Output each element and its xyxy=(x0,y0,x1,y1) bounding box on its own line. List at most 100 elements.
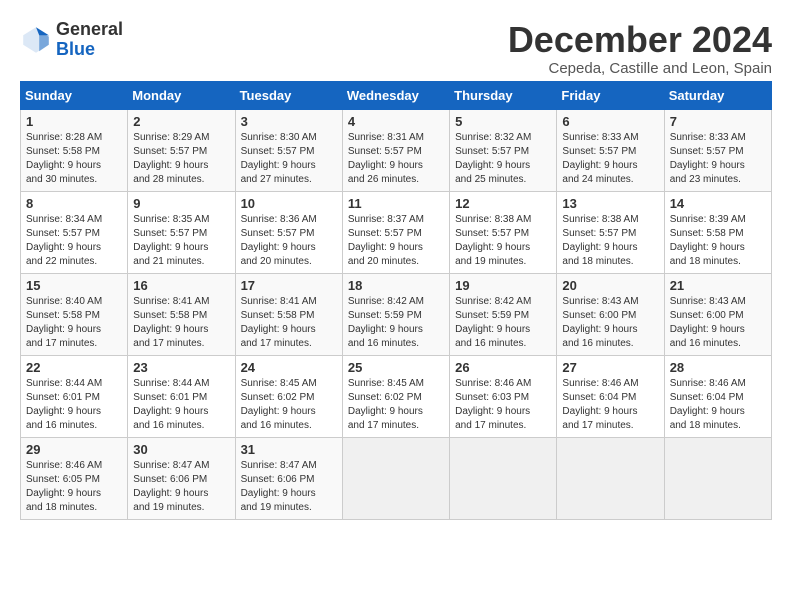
day-cell: 5 Sunrise: 8:32 AM Sunset: 5:57 PM Daylig… xyxy=(450,109,557,191)
day-info: Sunrise: 8:47 AM Sunset: 6:06 PM Dayligh… xyxy=(133,459,229,515)
day-number: 7 xyxy=(670,114,766,129)
weekday-header-thursday: Thursday xyxy=(450,81,557,109)
day-info: Sunrise: 8:42 AM Sunset: 5:59 PM Dayligh… xyxy=(455,295,551,351)
day-number: 8 xyxy=(26,196,122,211)
day-number: 5 xyxy=(455,114,551,129)
day-cell: 27Sunrise: 8:46 AM Sunset: 6:04 PM Dayli… xyxy=(557,355,664,437)
day-info: Sunrise: 8:44 AM Sunset: 6:01 PM Dayligh… xyxy=(133,377,229,433)
day-cell: 8 Sunrise: 8:34 AM Sunset: 5:57 PM Daylig… xyxy=(21,191,128,273)
day-cell: 26 Sunrise: 8:46 AM Sunset: 6:03 PM Dayli… xyxy=(450,355,557,437)
calendar-subtitle: Cepeda, Castille and Leon, Spain xyxy=(508,60,772,77)
day-info: Sunrise: 8:46 AM Sunset: 6:05 PM Dayligh… xyxy=(26,459,122,515)
day-number: 27 xyxy=(562,360,658,375)
day-number: 23 xyxy=(133,360,229,375)
day-cell: 1Sunrise: 8:28 AM Sunset: 5:58 PM Daylig… xyxy=(21,109,128,191)
day-number: 31 xyxy=(241,442,337,457)
logo-text: General Blue xyxy=(56,20,123,60)
day-number: 13 xyxy=(562,196,658,211)
day-info: Sunrise: 8:44 AM Sunset: 6:01 PM Dayligh… xyxy=(26,377,122,433)
day-info: Sunrise: 8:32 AM Sunset: 5:57 PM Dayligh… xyxy=(455,131,551,187)
day-cell xyxy=(664,437,771,519)
day-cell: 30Sunrise: 8:47 AM Sunset: 6:06 PM Dayli… xyxy=(128,437,235,519)
day-number: 25 xyxy=(348,360,444,375)
day-info: Sunrise: 8:41 AM Sunset: 5:58 PM Dayligh… xyxy=(241,295,337,351)
day-info: Sunrise: 8:36 AM Sunset: 5:57 PM Dayligh… xyxy=(241,213,337,269)
day-cell: 24 Sunrise: 8:45 AM Sunset: 6:02 PM Dayli… xyxy=(235,355,342,437)
day-number: 1 xyxy=(26,114,122,129)
day-number: 22 xyxy=(26,360,122,375)
day-number: 20 xyxy=(562,278,658,293)
day-number: 6 xyxy=(562,114,658,129)
day-cell: 7 Sunrise: 8:33 AM Sunset: 5:57 PM Daylig… xyxy=(664,109,771,191)
day-number: 12 xyxy=(455,196,551,211)
day-cell: 17Sunrise: 8:41 AM Sunset: 5:58 PM Dayli… xyxy=(235,273,342,355)
logo: General Blue xyxy=(20,20,123,60)
day-number: 28 xyxy=(670,360,766,375)
day-info: Sunrise: 8:46 AM Sunset: 6:03 PM Dayligh… xyxy=(455,377,551,433)
day-number: 19 xyxy=(455,278,551,293)
day-cell: 19 Sunrise: 8:42 AM Sunset: 5:59 PM Dayli… xyxy=(450,273,557,355)
day-cell xyxy=(450,437,557,519)
day-cell: 3 Sunrise: 8:30 AM Sunset: 5:57 PM Daylig… xyxy=(235,109,342,191)
day-number: 15 xyxy=(26,278,122,293)
day-number: 3 xyxy=(241,114,337,129)
header: General Blue December 2024 Cepeda, Casti… xyxy=(20,20,772,77)
day-cell: 20 Sunrise: 8:43 AM Sunset: 6:00 PM Dayli… xyxy=(557,273,664,355)
day-info: Sunrise: 8:31 AM Sunset: 5:57 PM Dayligh… xyxy=(348,131,444,187)
day-cell: 4 Sunrise: 8:31 AM Sunset: 5:57 PM Daylig… xyxy=(342,109,449,191)
weekday-header-tuesday: Tuesday xyxy=(235,81,342,109)
day-cell: 11Sunrise: 8:37 AM Sunset: 5:57 PM Dayli… xyxy=(342,191,449,273)
day-cell xyxy=(342,437,449,519)
day-number: 18 xyxy=(348,278,444,293)
day-cell: 21Sunrise: 8:43 AM Sunset: 6:00 PM Dayli… xyxy=(664,273,771,355)
day-cell: 13Sunrise: 8:38 AM Sunset: 5:57 PM Dayli… xyxy=(557,191,664,273)
weekday-header-monday: Monday xyxy=(128,81,235,109)
day-info: Sunrise: 8:40 AM Sunset: 5:58 PM Dayligh… xyxy=(26,295,122,351)
day-cell: 15 Sunrise: 8:40 AM Sunset: 5:58 PM Dayli… xyxy=(21,273,128,355)
week-row-2: 8 Sunrise: 8:34 AM Sunset: 5:57 PM Daylig… xyxy=(21,191,772,273)
logo-icon xyxy=(20,24,52,56)
day-info: Sunrise: 8:43 AM Sunset: 6:00 PM Dayligh… xyxy=(670,295,766,351)
calendar: SundayMondayTuesdayWednesdayThursdayFrid… xyxy=(20,81,772,520)
day-info: Sunrise: 8:46 AM Sunset: 6:04 PM Dayligh… xyxy=(670,377,766,433)
day-cell: 2 Sunrise: 8:29 AM Sunset: 5:57 PM Daylig… xyxy=(128,109,235,191)
day-cell: 18 Sunrise: 8:42 AM Sunset: 5:59 PM Dayli… xyxy=(342,273,449,355)
week-row-5: 29 Sunrise: 8:46 AM Sunset: 6:05 PM Dayli… xyxy=(21,437,772,519)
day-number: 29 xyxy=(26,442,122,457)
day-number: 24 xyxy=(241,360,337,375)
day-info: Sunrise: 8:29 AM Sunset: 5:57 PM Dayligh… xyxy=(133,131,229,187)
day-info: Sunrise: 8:38 AM Sunset: 5:57 PM Dayligh… xyxy=(455,213,551,269)
day-number: 9 xyxy=(133,196,229,211)
title-block: December 2024 Cepeda, Castille and Leon,… xyxy=(508,20,772,77)
day-info: Sunrise: 8:41 AM Sunset: 5:58 PM Dayligh… xyxy=(133,295,229,351)
day-number: 10 xyxy=(241,196,337,211)
day-cell xyxy=(557,437,664,519)
weekday-header-sunday: Sunday xyxy=(21,81,128,109)
day-cell: 10 Sunrise: 8:36 AM Sunset: 5:57 PM Dayli… xyxy=(235,191,342,273)
day-cell: 28 Sunrise: 8:46 AM Sunset: 6:04 PM Dayli… xyxy=(664,355,771,437)
day-cell: 22 Sunrise: 8:44 AM Sunset: 6:01 PM Dayli… xyxy=(21,355,128,437)
day-cell: 9 Sunrise: 8:35 AM Sunset: 5:57 PM Daylig… xyxy=(128,191,235,273)
week-row-3: 15 Sunrise: 8:40 AM Sunset: 5:58 PM Dayli… xyxy=(21,273,772,355)
day-cell: 6 Sunrise: 8:33 AM Sunset: 5:57 PM Daylig… xyxy=(557,109,664,191)
weekday-header-row: SundayMondayTuesdayWednesdayThursdayFrid… xyxy=(21,81,772,109)
day-cell: 16 Sunrise: 8:41 AM Sunset: 5:58 PM Dayli… xyxy=(128,273,235,355)
day-number: 16 xyxy=(133,278,229,293)
calendar-title: December 2024 xyxy=(508,20,772,60)
weekday-header-friday: Friday xyxy=(557,81,664,109)
day-info: Sunrise: 8:43 AM Sunset: 6:00 PM Dayligh… xyxy=(562,295,658,351)
day-info: Sunrise: 8:33 AM Sunset: 5:57 PM Dayligh… xyxy=(562,131,658,187)
day-cell: 23 Sunrise: 8:44 AM Sunset: 6:01 PM Dayli… xyxy=(128,355,235,437)
day-info: Sunrise: 8:30 AM Sunset: 5:57 PM Dayligh… xyxy=(241,131,337,187)
day-info: Sunrise: 8:42 AM Sunset: 5:59 PM Dayligh… xyxy=(348,295,444,351)
day-info: Sunrise: 8:33 AM Sunset: 5:57 PM Dayligh… xyxy=(670,131,766,187)
day-number: 4 xyxy=(348,114,444,129)
day-number: 2 xyxy=(133,114,229,129)
day-info: Sunrise: 8:34 AM Sunset: 5:57 PM Dayligh… xyxy=(26,213,122,269)
day-cell: 31Sunrise: 8:47 AM Sunset: 6:06 PM Dayli… xyxy=(235,437,342,519)
day-info: Sunrise: 8:35 AM Sunset: 5:57 PM Dayligh… xyxy=(133,213,229,269)
day-info: Sunrise: 8:45 AM Sunset: 6:02 PM Dayligh… xyxy=(348,377,444,433)
day-info: Sunrise: 8:45 AM Sunset: 6:02 PM Dayligh… xyxy=(241,377,337,433)
day-cell: 29 Sunrise: 8:46 AM Sunset: 6:05 PM Dayli… xyxy=(21,437,128,519)
day-number: 26 xyxy=(455,360,551,375)
